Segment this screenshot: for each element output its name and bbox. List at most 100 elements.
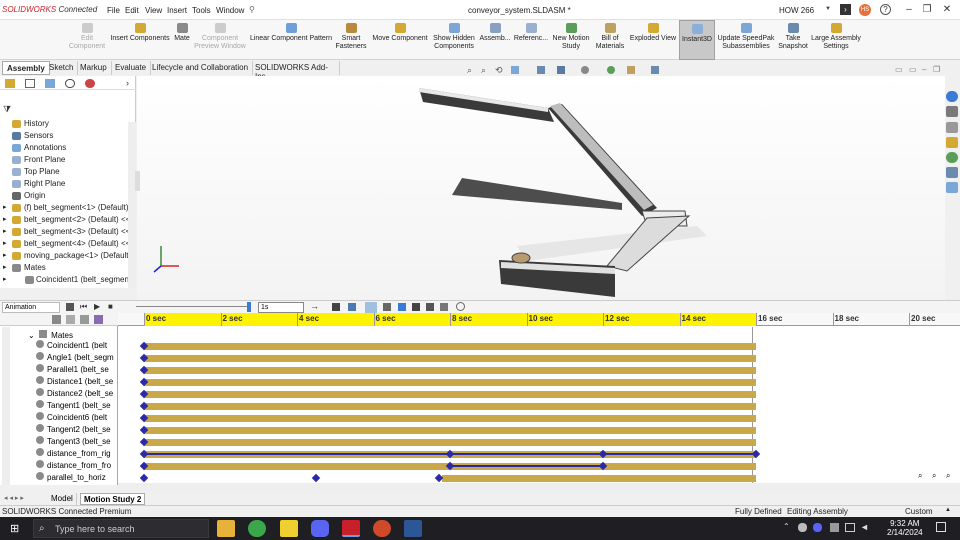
playback-mode-icon[interactable]: → — [310, 301, 319, 311]
tile-view-icon[interactable]: ▭ — [909, 65, 917, 74]
chrome-app-icon[interactable] — [248, 520, 266, 537]
tree-item[interactable]: ▸ belt_segment<3> (Default) << — [0, 226, 128, 238]
tab-nav-arrows[interactable]: ◂ ◂ ▸ ▸ — [4, 494, 24, 502]
motion-tree-row[interactable]: Distance2 (belt_se — [36, 388, 118, 400]
filter-driving-icon[interactable] — [66, 315, 75, 324]
assembly-features-button[interactable]: Assemb... — [478, 20, 512, 60]
time-ruler[interactable]: 0 sec 2 sec 4 sec 6 sec 8 sec 10 sec 12 sec 14 … — [118, 313, 960, 326]
tab-model[interactable]: Model — [48, 493, 77, 505]
animation-wizard-icon[interactable] — [348, 303, 356, 311]
motion-tree-row[interactable]: Tangent1 (belt_se — [36, 400, 118, 412]
expand-icon[interactable]: ▸ — [3, 215, 7, 223]
avatar[interactable]: HS — [859, 4, 871, 16]
discord-app-icon[interactable] — [311, 520, 329, 537]
menu-window[interactable]: Window — [216, 6, 244, 15]
viewport-restore-icon[interactable]: ❐ — [933, 65, 940, 74]
taskbar-search[interactable]: ⌕ Type here to search — [33, 519, 209, 538]
add-key-icon[interactable] — [383, 303, 391, 311]
windows-start-icon[interactable]: ⊞ — [10, 523, 22, 535]
timeline-track[interactable] — [144, 415, 756, 422]
sticky-notes-app-icon[interactable] — [280, 520, 298, 537]
view-orientation-icon[interactable] — [537, 66, 545, 74]
viewport-minimize-icon[interactable]: – — [922, 65, 926, 74]
expand-icon[interactable]: ▸ — [3, 263, 7, 271]
property-manager-tab-icon[interactable] — [25, 79, 35, 88]
motion-tree-row[interactable]: Tangent2 (belt_se — [36, 424, 118, 436]
hide-show-icon[interactable] — [581, 66, 589, 74]
conveyor-model[interactable] — [137, 76, 945, 300]
dimxpert-tab-icon[interactable] — [65, 79, 75, 88]
tree-item[interactable]: ▸ Mates — [0, 262, 128, 274]
split-view-icon[interactable]: ▭ — [895, 65, 903, 74]
timeline-track[interactable] — [144, 379, 756, 386]
menu-view[interactable]: View — [145, 6, 162, 15]
menu-tools[interactable]: Tools — [192, 6, 211, 15]
new-motion-study-button[interactable]: New Motion Study — [550, 20, 592, 60]
expand-icon[interactable]: ▸ — [3, 227, 7, 235]
network-icon[interactable] — [830, 523, 839, 532]
minimize-icon[interactable]: – — [902, 3, 916, 17]
tree-item[interactable]: ▸ belt_segment<2> (Default) << — [0, 214, 128, 226]
motion-tree-row[interactable]: Distance1 (belt_se — [36, 376, 118, 388]
motion-timeline[interactable]: 0 sec 2 sec 4 sec 6 sec 8 sec 10 sec 12 sec 14 … — [118, 313, 960, 491]
tray-chevron-icon[interactable]: ⌃ — [783, 522, 790, 531]
tree-item[interactable]: ▸ Coincident1 (belt_segment- — [0, 274, 128, 286]
design-library-icon[interactable] — [946, 106, 958, 117]
playback-slider-thumb[interactable] — [247, 302, 251, 312]
spring-icon[interactable] — [412, 303, 420, 311]
appearances-icon[interactable] — [946, 152, 958, 163]
tree-item[interactable]: Origin — [0, 190, 128, 202]
study-type-select[interactable]: Animation — [2, 302, 60, 313]
mates-group[interactable]: ⌄ Mates — [28, 330, 73, 340]
tray-app-icon[interactable] — [798, 523, 807, 532]
configuration-tab-icon[interactable] — [45, 79, 55, 88]
expand-icon[interactable]: ▸ — [3, 251, 7, 259]
moving-package[interactable] — [511, 252, 531, 264]
units-selector[interactable]: Custom — [905, 507, 933, 516]
motion-tree-row[interactable]: Tangent3 (belt_se — [36, 436, 118, 448]
move-component-button[interactable]: Move Component — [368, 20, 432, 60]
menu-insert[interactable]: Insert — [167, 6, 187, 15]
zoom-in-icon[interactable]: ⌕ — [918, 471, 922, 481]
save-animation-icon[interactable] — [332, 303, 340, 311]
tree-scrollbar[interactable] — [128, 122, 136, 288]
motion-tree-row[interactable]: Coincident6 (belt — [36, 412, 118, 424]
motion-tree-row[interactable]: Angle1 (belt_segm — [36, 352, 118, 364]
timeline-scrollbar[interactable] — [118, 483, 960, 491]
zoom-area-icon[interactable]: ⌕ — [481, 65, 486, 76]
motor-icon[interactable] — [398, 303, 406, 311]
zoom-fit-icon[interactable]: ⌕ — [946, 471, 950, 481]
exploded-view-button[interactable]: Exploded View — [628, 20, 678, 60]
zoom-to-fit-icon[interactable]: ⌕ — [467, 65, 472, 76]
menu-edit[interactable]: Edit — [125, 6, 139, 15]
view-palette-icon[interactable] — [946, 137, 958, 148]
tab-addins[interactable]: SOLIDWORKS Add-Ins — [251, 61, 340, 81]
bill-of-materials-button[interactable]: Bill of Materials — [594, 20, 626, 60]
timeline-track[interactable] — [144, 391, 756, 398]
previous-view-icon[interactable]: ⟲ — [495, 65, 503, 76]
tab-sketch[interactable]: Sketch — [45, 61, 79, 75]
tree-item[interactable]: Annotations — [0, 142, 128, 154]
appearance-icon[interactable] — [607, 66, 615, 74]
close-icon[interactable]: ✕ — [940, 3, 954, 17]
taskbar-clock[interactable]: 9:32 AM 2/14/2024 — [887, 519, 923, 537]
autokey-icon[interactable] — [365, 302, 377, 313]
word-app-icon[interactable] — [404, 520, 422, 537]
timeline-track[interactable] — [144, 427, 756, 434]
display-manager-tab-icon[interactable] — [85, 79, 95, 88]
volume-icon[interactable]: ◄ — [860, 522, 869, 532]
filter-animated-icon[interactable] — [52, 315, 61, 324]
tab-motion-study-2[interactable]: Motion Study 2 — [80, 493, 146, 505]
reference-geometry-button[interactable]: Referenc... — [512, 20, 550, 60]
tray-discord-icon[interactable] — [813, 523, 822, 532]
play-from-start-icon[interactable]: ⏮ — [80, 302, 87, 312]
zoom-out-icon[interactable]: ⌕ — [932, 471, 936, 481]
powerpoint-app-icon[interactable] — [373, 520, 391, 537]
tab-lifecycle[interactable]: Lifecycle and Collaboration — [148, 61, 254, 75]
pin-icon[interactable]: ⚲ — [249, 5, 255, 14]
update-speedpak-button[interactable]: Update SpeedPak Subassemblies — [716, 20, 776, 60]
smart-fasteners-button[interactable]: Smart Fasteners — [334, 20, 368, 60]
component-preview-window-button[interactable]: Component Preview Window — [192, 20, 248, 60]
timeline-track[interactable] — [144, 355, 756, 362]
stop-icon[interactable]: ■ — [108, 302, 113, 311]
